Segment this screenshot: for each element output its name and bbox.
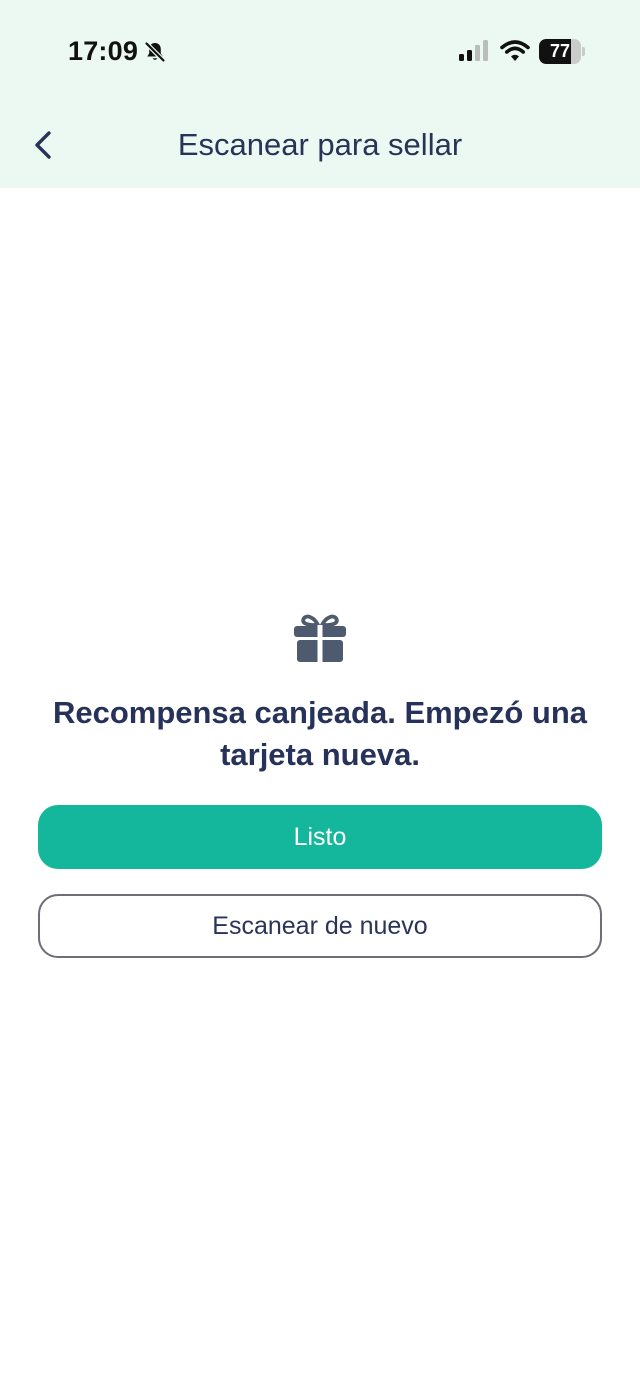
battery-icon: 77 bbox=[539, 39, 585, 64]
battery-cap bbox=[582, 47, 585, 56]
wifi-icon bbox=[500, 40, 530, 61]
scan-again-button[interactable]: Escanear de nuevo bbox=[38, 894, 602, 958]
status-time: 17:09 bbox=[68, 36, 139, 66]
bell-slash-icon bbox=[144, 41, 166, 63]
cellular-signal-icon bbox=[459, 40, 488, 61]
reward-message: Recompensa canjeada. Empezó una tarjeta … bbox=[52, 695, 588, 772]
header: 17:09 77 Escanear para sellar bbox=[0, 0, 640, 188]
status-bar: 17:09 77 bbox=[0, 0, 640, 100]
battery-level: 77 bbox=[549, 41, 571, 61]
gift-icon bbox=[294, 614, 346, 663]
done-button[interactable]: Listo bbox=[38, 805, 602, 869]
page-title: Escanear para sellar bbox=[177, 127, 463, 162]
battery-body: 77 bbox=[539, 39, 581, 64]
